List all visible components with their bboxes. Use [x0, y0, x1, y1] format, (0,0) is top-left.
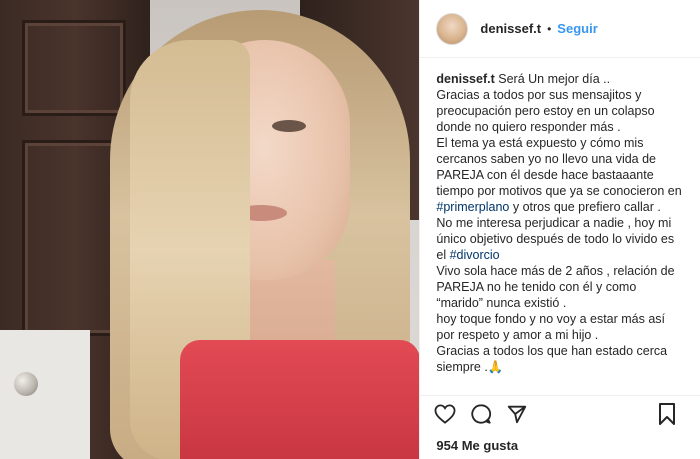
bookmark-icon[interactable]	[654, 401, 680, 427]
caption-segment: Vivo sola hace más de 2 años , relación …	[436, 264, 675, 374]
door-knob	[14, 372, 38, 396]
action-bar	[420, 395, 700, 431]
caption: denissef.t Será Un mejor día .. Gracias …	[420, 58, 700, 395]
caption-segment: Será Un mejor día .. Gracias a todos por…	[436, 72, 682, 198]
door-panel-top	[22, 20, 126, 116]
right-eye	[272, 120, 306, 132]
post-photo[interactable]	[0, 0, 420, 459]
caption-username[interactable]: denissef.t	[436, 72, 494, 86]
share-icon[interactable]	[504, 401, 530, 427]
separator-dot: •	[547, 21, 552, 36]
post-header: denissef.t • Seguir	[420, 0, 700, 58]
header-username[interactable]: denissef.t	[480, 21, 541, 36]
caption-text: denissef.t Será Un mejor día .. Gracias …	[436, 71, 684, 375]
likes-count[interactable]: 954 Me gusta	[420, 431, 700, 459]
comment-icon[interactable]	[468, 401, 494, 427]
hashtag-divorcio[interactable]: #divorcio	[450, 248, 500, 262]
avatar[interactable]	[436, 12, 469, 45]
heart-icon[interactable]	[432, 401, 458, 427]
follow-button[interactable]: Seguir	[557, 21, 597, 36]
post-sidebar: denissef.t • Seguir denissef.t Será Un m…	[419, 0, 700, 459]
wall-panel	[0, 330, 90, 459]
instagram-post: denissef.t • Seguir denissef.t Será Un m…	[0, 0, 700, 459]
hashtag-primerplano[interactable]: #primerplano	[436, 200, 509, 214]
red-top	[180, 340, 420, 459]
